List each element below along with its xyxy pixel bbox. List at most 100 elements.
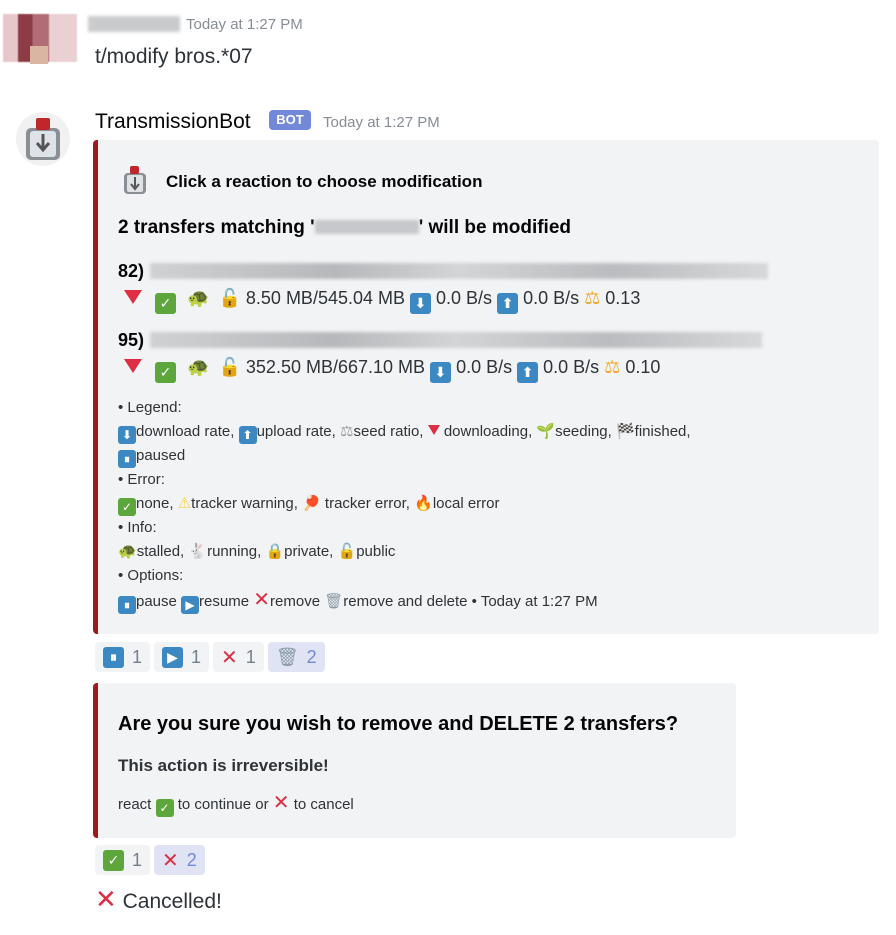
legend-block: • Legend: ⬇ download rate, ⬆ upload rate, … [118, 396, 858, 614]
unlocked-icon: 🔓 [337, 543, 357, 560]
username-redacted[interactable] [88, 16, 180, 32]
pause-icon: ⏸ [118, 450, 136, 468]
checkered-flag-icon: 🏁 [615, 423, 635, 440]
legend-none: none, [136, 495, 174, 512]
transfer-id: 82) [118, 261, 145, 281]
bot-avatar[interactable] [16, 112, 70, 166]
fire-icon: 🔥 [414, 495, 433, 512]
download-rate: 0.0 B/s [456, 357, 513, 377]
embed-title: 2 transfers matching ' ' will be modified [118, 217, 571, 239]
error-heading: • Error: [118, 471, 165, 488]
cancelled-text: Cancelled! [122, 890, 222, 913]
x-icon: ✕ [162, 849, 179, 872]
reaction-count: 2 [186, 849, 197, 870]
legend-seed: seed ratio, [353, 423, 424, 440]
play-icon: ▶ [162, 646, 184, 668]
info-heading: • Info: [118, 519, 157, 536]
warning-icon: ⚠ [177, 495, 192, 512]
legend-tracker-warning: tracker warning, [191, 495, 298, 512]
message-timestamp: Today at 1:27 PM [186, 16, 303, 33]
legend-downloading: downloading, [443, 423, 533, 440]
check-icon: ✓ [103, 849, 124, 871]
instruction-react: react [118, 796, 152, 813]
turtle-icon: 🐢 [118, 543, 137, 560]
scales-icon: ⚖ [604, 357, 621, 377]
confirm-embed: Are you sure you wish to remove and DELE… [93, 683, 736, 838]
bot-name[interactable]: TransmissionBot [95, 110, 251, 134]
confirm-instructions: react ✓ to continue or ✕ to cancel [118, 791, 354, 817]
reactions-row: ⏸ 1 ▶ 1 ✕ 1 🗑 2 [95, 642, 325, 672]
rabbit-icon: 🐇 [188, 543, 208, 560]
upload-icon: ⬆ [238, 426, 257, 444]
downloading-icon [124, 290, 142, 304]
reactions-row: ✓ 1 ✕ 2 [95, 845, 205, 875]
pause-icon: ⏸ [118, 596, 136, 614]
reaction-cancel[interactable]: ✕ 2 [154, 845, 205, 875]
check-icon: ✓ [118, 498, 136, 516]
x-icon: ✕ [253, 589, 271, 611]
pause-icon: ⏸ [103, 646, 124, 668]
locked-icon: 🔒 [265, 543, 285, 560]
legend-download: download rate, [136, 423, 235, 440]
unlocked-icon: 🔓 [218, 288, 241, 308]
reaction-remove-delete[interactable]: 🗑 2 [267, 642, 325, 672]
turtle-icon: 🐢 [187, 288, 210, 308]
check-icon: ✓ [155, 293, 177, 314]
seedling-icon: 🌱 [536, 423, 556, 440]
cancelled-message: ✕ Cancelled! [95, 884, 222, 915]
embed-footer-timestamp: • Today at 1:27 PM [467, 593, 598, 610]
x-icon: ✕ [272, 792, 290, 814]
bot-tag: BOT [269, 110, 311, 130]
reaction-count: 1 [191, 646, 202, 667]
modify-embed: Click a reaction to choose modification … [93, 140, 879, 634]
upload-icon: ⬆ [517, 362, 539, 383]
transfer-stats: ✓ 🐢 🔓 352.50 MB/667.10 MB ⬇ 0.0 B/s ⬆ 0.… [124, 357, 660, 383]
x-icon: ✕ [95, 884, 117, 914]
confirm-subtitle: This action is irreversible! [118, 756, 329, 775]
embed-author: Click a reaction to choose modification [166, 172, 483, 191]
upload-rate: 0.0 B/s [523, 288, 580, 308]
download-rate: 0.0 B/s [436, 288, 493, 308]
transmission-logo-icon [26, 118, 60, 160]
instruction-cancel: to cancel [293, 796, 354, 813]
redacted-query [314, 220, 419, 234]
legend-seeding: seeding, [555, 423, 612, 440]
unlocked-icon: 🔓 [218, 357, 241, 377]
reaction-count: 1 [132, 849, 143, 870]
x-icon: ✕ [221, 646, 238, 669]
legend-running: running, [207, 543, 262, 560]
transfer-id: 95) [118, 330, 145, 350]
reaction-count: 1 [132, 646, 143, 667]
user-avatar-detail [30, 46, 48, 64]
transfer-name-redacted [150, 263, 768, 279]
wastebasket-icon: 🗑 [275, 646, 299, 667]
reaction-resume[interactable]: ▶ 1 [154, 642, 210, 672]
transfer-size: 352.50 MB/667.10 MB [245, 357, 426, 377]
message-text: t/modify bros.*07 [95, 45, 253, 68]
scales-icon: ⚖ [584, 288, 601, 308]
legend-paused: paused [136, 447, 186, 464]
play-icon: ▶ [181, 596, 200, 614]
reaction-pause[interactable]: ⏸ 1 [95, 642, 151, 672]
legend-private: private, [284, 543, 334, 560]
ping-pong-icon: 🏓 [302, 495, 321, 512]
legend-tracker-error: tracker error, [324, 495, 410, 512]
check-icon: ✓ [155, 362, 177, 383]
check-icon: ✓ [155, 799, 174, 817]
reaction-count: 2 [306, 646, 317, 667]
download-icon: ⬇ [410, 293, 432, 314]
instruction-continue: to continue or [177, 796, 269, 813]
download-icon: ⬇ [430, 362, 452, 383]
transfer-size: 8.50 MB/545.04 MB [245, 288, 405, 308]
legend-stalled: stalled, [136, 543, 185, 560]
transfer-stats: ✓ 🐢 🔓 8.50 MB/545.04 MB ⬇ 0.0 B/s ⬆ 0.0 … [124, 288, 640, 314]
options-heading: • Options: [118, 567, 184, 584]
reaction-continue[interactable]: ✓ 1 [95, 845, 151, 875]
reaction-remove[interactable]: ✕ 1 [213, 642, 264, 672]
legend-finished: finished, [634, 423, 691, 440]
legend-remove-delete: remove and delete [343, 593, 468, 610]
reaction-count: 1 [245, 646, 256, 667]
downloading-icon [124, 359, 142, 373]
turtle-icon: 🐢 [187, 357, 210, 377]
downloading-icon [427, 425, 440, 435]
